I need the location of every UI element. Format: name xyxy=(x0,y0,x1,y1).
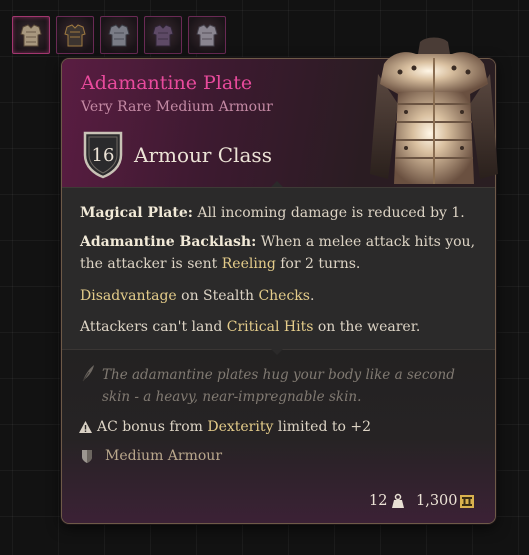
keyword-dexterity[interactable]: Dexterity xyxy=(207,419,273,435)
effect-name: Adamantine Backlash: xyxy=(80,234,257,250)
section-divider-notch xyxy=(271,349,283,355)
armour-category: Medium Armour xyxy=(105,448,223,464)
dex-text: AC bonus from xyxy=(97,419,208,435)
equipment-slot-2[interactable] xyxy=(56,16,94,54)
item-title: Adamantine Plate xyxy=(81,72,253,94)
keyword-checks[interactable]: Checks xyxy=(258,288,310,304)
effect-adamantine-backlash: Adamantine Backlash: When a melee attack… xyxy=(80,234,475,250)
chest-armour-icon xyxy=(20,24,42,47)
equipment-slot-3[interactable] xyxy=(100,16,138,54)
chest-armour-icon xyxy=(108,24,130,47)
effect-text: All incoming damage is reduced by 1. xyxy=(192,205,465,221)
stealth-disadvantage: Disadvantage on Stealth Checks. xyxy=(80,288,314,304)
warning-icon xyxy=(79,421,92,433)
crit-text: Attackers can't land xyxy=(80,319,227,335)
stealth-text: . xyxy=(309,288,315,304)
effect-text: for 2 turns. xyxy=(275,256,361,272)
adamantine-plate-armour-image xyxy=(370,37,498,184)
gold-coin-icon xyxy=(460,495,474,508)
item-rarity-type: Very Rare Medium Armour xyxy=(81,99,273,115)
quill-icon xyxy=(82,365,94,382)
item-flavor-text: The adamantine plates hug your body like… xyxy=(102,367,455,405)
section-divider-notch xyxy=(271,181,283,187)
dexterity-limit-note: AC bonus from Dexterity limited to +2 xyxy=(97,419,371,435)
item-value: 1,300 xyxy=(416,493,458,509)
chest-armour-icon xyxy=(196,24,218,47)
stealth-text: on Stealth xyxy=(176,288,259,304)
effect-name: Magical Plate: xyxy=(80,205,193,221)
keyword-disadvantage[interactable]: Disadvantage xyxy=(80,288,177,304)
equipment-slots xyxy=(12,16,226,54)
effect-adamantine-backlash-line2: the attacker is sent Reeling for 2 turns… xyxy=(80,256,360,272)
effect-text: When a melee attack hits you, xyxy=(256,234,476,250)
armour-class-label: Armour Class xyxy=(134,143,272,167)
armour-category-shield-icon xyxy=(82,450,92,463)
crit-text: on the wearer. xyxy=(313,319,421,335)
keyword-critical-hits[interactable]: Critical Hits xyxy=(227,319,314,335)
equipment-slot-adamantine-plate[interactable] xyxy=(12,16,50,54)
armour-class-value: 16 xyxy=(91,145,115,166)
critical-hit-immunity: Attackers can't land Critical Hits on th… xyxy=(80,319,420,335)
dex-text: limited to +2 xyxy=(273,419,372,435)
equipment-slot-5[interactable] xyxy=(188,16,226,54)
chest-armour-icon xyxy=(152,24,174,47)
effect-magical-plate: Magical Plate: All incoming damage is re… xyxy=(80,205,465,221)
item-weight: 12 xyxy=(369,493,388,509)
keyword-reeling[interactable]: Reeling xyxy=(222,256,276,272)
chest-armour-icon xyxy=(64,24,86,47)
weight-icon xyxy=(392,493,404,508)
effect-text: the attacker is sent xyxy=(80,256,222,272)
equipment-slot-4[interactable] xyxy=(144,16,182,54)
